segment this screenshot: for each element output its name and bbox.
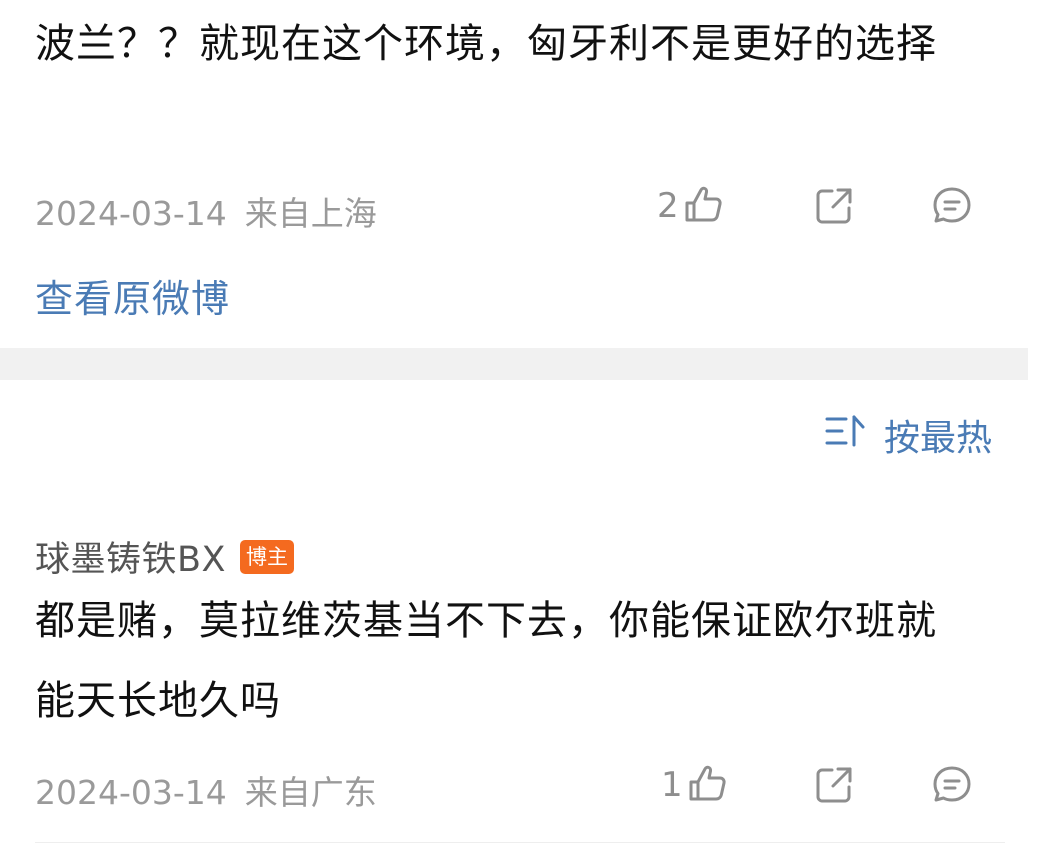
post-date: 2024-03-14 xyxy=(35,194,227,233)
thumbs-up-icon xyxy=(687,762,729,808)
comment-location: 来自广东 xyxy=(244,773,377,812)
post-meta: 2024-03-14 来自上海 xyxy=(35,187,377,235)
author-badge: 博主 xyxy=(240,539,294,574)
sort-icon xyxy=(824,411,884,460)
post-text: 波兰？？就现在这个环境，匈牙利不是更好的选择 xyxy=(35,21,937,67)
comment-author-row: 球墨铸铁BX 博主 xyxy=(35,531,294,582)
post-like-count: 2 xyxy=(657,186,679,226)
comment-date: 2024-03-14 xyxy=(35,773,227,812)
comment-icon[interactable] xyxy=(930,763,974,807)
comment-text: 都是赌，莫拉维茨基当不下去，你能保证欧尔班就能天长地久吗 xyxy=(35,598,937,724)
comment-item: 球墨铸铁BX 博主 都是赌，莫拉维茨基当不下去，你能保证欧尔班就能天长地久吗 2… xyxy=(0,525,1040,851)
comment-meta-row: 2024-03-14 来自广东 1 xyxy=(0,757,1040,817)
share-icon[interactable] xyxy=(812,763,856,807)
comment-author[interactable]: 球墨铸铁BX xyxy=(35,531,226,582)
post-meta-row: 2024-03-14 来自上海 2 xyxy=(0,178,1040,238)
comment-like-button[interactable]: 1 xyxy=(661,761,729,809)
section-divider xyxy=(0,348,1028,380)
sort-button[interactable]: 按最热 xyxy=(824,409,992,461)
share-icon[interactable] xyxy=(812,184,856,228)
comment-like-count: 1 xyxy=(661,765,683,805)
post-location: 来自上海 xyxy=(244,194,377,233)
post-like-button[interactable]: 2 xyxy=(657,182,725,230)
sort-row: 按最热 xyxy=(0,395,1040,475)
comment-icon[interactable] xyxy=(930,184,974,228)
comment-meta: 2024-03-14 来自广东 xyxy=(35,766,377,814)
sort-label: 按最热 xyxy=(883,418,992,459)
main-post: 波兰？？就现在这个环境，匈牙利不是更好的选择 2024-03-14 来自上海 2 xyxy=(0,0,1040,348)
view-original-link[interactable]: 查看原微博 xyxy=(35,268,230,323)
comment-divider xyxy=(35,842,1005,843)
thumbs-up-icon xyxy=(683,183,725,229)
